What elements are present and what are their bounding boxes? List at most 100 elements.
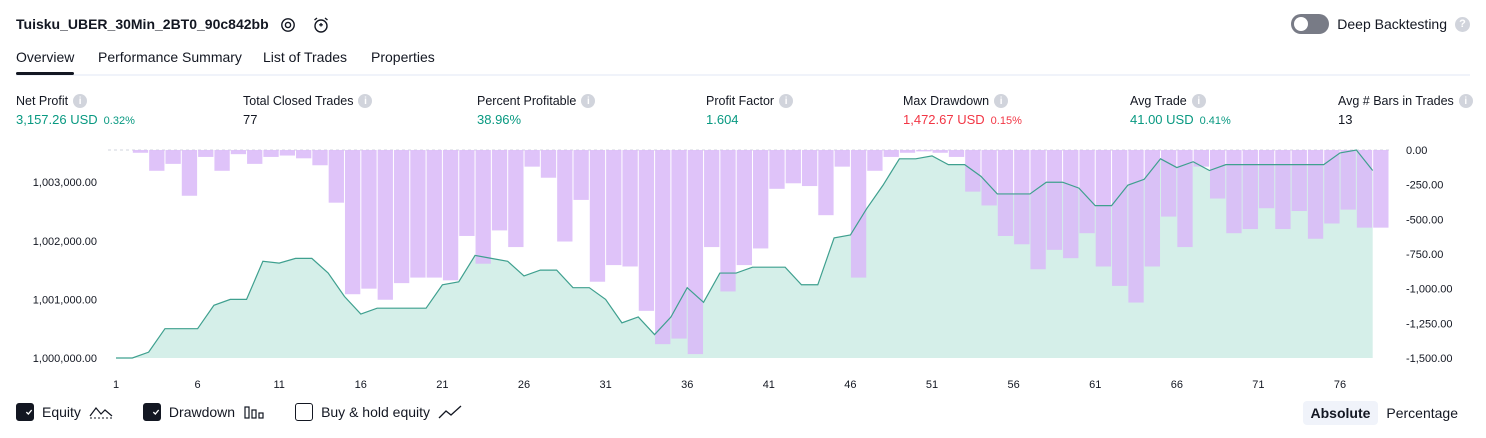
- drawdown-bar: [524, 150, 540, 167]
- info-icon[interactable]: i: [358, 94, 373, 108]
- help-icon[interactable]: ?: [1455, 16, 1470, 32]
- legend-equity[interactable]: Equity: [16, 403, 113, 421]
- drawdown-bar: [1340, 150, 1356, 210]
- drawdown-bar: [638, 150, 655, 311]
- metric-label: Profit Factor: [706, 94, 775, 108]
- drawdown-bar: [393, 150, 410, 284]
- drawdown-bar: [671, 150, 687, 339]
- drawdown-bar: [1373, 150, 1389, 228]
- drawdown-bar: [1144, 150, 1161, 267]
- drawdown-bar: [655, 150, 671, 345]
- drawdown-bar: [981, 150, 997, 206]
- drawdown-bar: [1014, 150, 1030, 245]
- drawdown-bar: [1275, 150, 1291, 230]
- drawdown-bar: [540, 150, 557, 178]
- drawdown-bar: [410, 150, 426, 278]
- drawdown-bar: [606, 150, 622, 266]
- info-icon[interactable]: i: [1458, 94, 1473, 108]
- equity-drawdown-chart[interactable]: 1,000,000.00 1,001,000.00 1,002,000.00 1,00…: [0, 140, 1486, 398]
- drawdown-bar: [247, 150, 263, 164]
- info-icon[interactable]: i: [994, 94, 1009, 108]
- metric-value: 3,157.26 USD: [16, 112, 98, 127]
- drawdown-bar: [491, 150, 508, 231]
- left-axis-tick-label: 1,002,000.00: [33, 236, 97, 248]
- drawdown-bar: [1063, 150, 1079, 259]
- drawdown-bar: [149, 150, 165, 171]
- metric-percent: 0.41%: [1199, 115, 1231, 127]
- x-axis-tick-label: 66: [1171, 379, 1183, 391]
- drawdown-bar: [1226, 150, 1242, 234]
- right-axis-tick-label: -750.00: [1406, 249, 1443, 261]
- tab-list-of-trades[interactable]: List of Trades: [263, 49, 347, 65]
- info-icon[interactable]: i: [73, 94, 88, 108]
- drawdown-bar: [916, 150, 932, 152]
- tab-overview[interactable]: Overview: [16, 49, 75, 75]
- drawdown-bar: [475, 150, 491, 264]
- metric-label: Percent Profitable: [477, 94, 577, 108]
- metric-percent: 0.32%: [103, 115, 135, 127]
- alarm-clock-add-icon[interactable]: [310, 14, 332, 36]
- legend-drawdown[interactable]: Drawdown: [142, 403, 265, 421]
- drawdown-bar: [785, 150, 801, 184]
- x-axis-tick-label: 71: [1252, 379, 1264, 391]
- deep-backtesting-label: Deep Backtesting: [1337, 16, 1447, 32]
- tab-performance-summary[interactable]: Performance Summary: [98, 49, 242, 65]
- drawdown-bar: [312, 150, 328, 166]
- metric-profit-factor: Profit Factor i 1.604: [706, 94, 794, 127]
- deep-backtesting-toggle[interactable]: [1291, 14, 1330, 34]
- drawdown-bar: [1046, 150, 1063, 250]
- x-axis-tick-label: 16: [355, 379, 367, 391]
- drawdown-bar: [622, 150, 638, 267]
- absolute-button[interactable]: Absolute: [1302, 401, 1379, 425]
- x-axis-tick-label: 36: [681, 379, 693, 391]
- metric-max-drawdown: Max Drawdown i 1,472.67 USD 0.15%: [903, 94, 1022, 127]
- metric-avg-bars-in-trades: Avg # Bars in Trades i 13: [1338, 94, 1473, 127]
- drawdown-bar: [997, 150, 1014, 236]
- drawdown-bar: [899, 150, 916, 153]
- drawdown-checkbox[interactable]: [142, 403, 161, 421]
- buy-hold-checkbox[interactable]: [295, 403, 314, 421]
- drawdown-bar: [704, 150, 720, 248]
- drawdown-bar: [361, 150, 377, 289]
- metric-value: 1,472.67 USD: [903, 112, 985, 127]
- info-icon[interactable]: i: [581, 94, 596, 108]
- equity-checkbox[interactable]: [16, 403, 34, 421]
- legend-equity-label: Equity: [42, 404, 81, 420]
- view-mode-switch: Absolute Percentage: [1302, 401, 1467, 425]
- x-axis-tick-label: 61: [1089, 379, 1101, 391]
- drawdown-bar: [181, 150, 198, 196]
- right-axis-tick-label: 0.00: [1406, 145, 1427, 157]
- x-axis-tick-label: 56: [1008, 379, 1020, 391]
- drawdown-bar: [328, 150, 344, 203]
- metric-value: 41.00 USD: [1130, 112, 1194, 127]
- drawdown-bar: [753, 150, 769, 249]
- settings-gear-icon[interactable]: [277, 14, 299, 36]
- drawdown-bar: [1095, 150, 1112, 267]
- drawdown-bar: [573, 150, 589, 200]
- info-icon[interactable]: i: [779, 94, 794, 108]
- right-axis-tick-label: -500.00: [1406, 214, 1443, 226]
- info-icon[interactable]: i: [1191, 94, 1206, 108]
- metric-net-profit: Net Profit i 3,157.26 USD 0.32%: [16, 94, 135, 127]
- x-axis-tick-label: 76: [1334, 379, 1346, 391]
- drawdown-bar: [589, 150, 606, 282]
- metric-percent-profitable: Percent Profitable i 38.96%: [477, 94, 596, 127]
- metric-percent: 0.15%: [990, 115, 1022, 127]
- legend-buy-hold-equity[interactable]: Buy & hold equity: [295, 403, 462, 421]
- percentage-button[interactable]: Percentage: [1378, 401, 1466, 425]
- drawdown-bar: [1356, 150, 1373, 228]
- drawdown-bar: [442, 150, 459, 281]
- tab-properties[interactable]: Properties: [371, 49, 435, 65]
- header-bar: Tuisku_UBER_30Min_2BT0_90c842bb Deep Bac…: [16, 12, 1470, 38]
- drawdown-bar: [736, 150, 752, 266]
- drawdown-bar: [1258, 150, 1275, 209]
- x-axis-tick-label: 51: [926, 379, 938, 391]
- right-axis-tick-label: -250.00: [1406, 180, 1443, 192]
- drawdown-bar: [867, 150, 883, 171]
- drawdown-bar: [1112, 150, 1128, 286]
- drawdown-bar: [1242, 150, 1258, 230]
- drawdown-bars-icon: [244, 406, 264, 419]
- drawdown-bar: [459, 150, 475, 236]
- strategy-title: Tuisku_UBER_30Min_2BT0_90c842bb: [16, 16, 269, 32]
- drawdown-bar: [230, 150, 247, 155]
